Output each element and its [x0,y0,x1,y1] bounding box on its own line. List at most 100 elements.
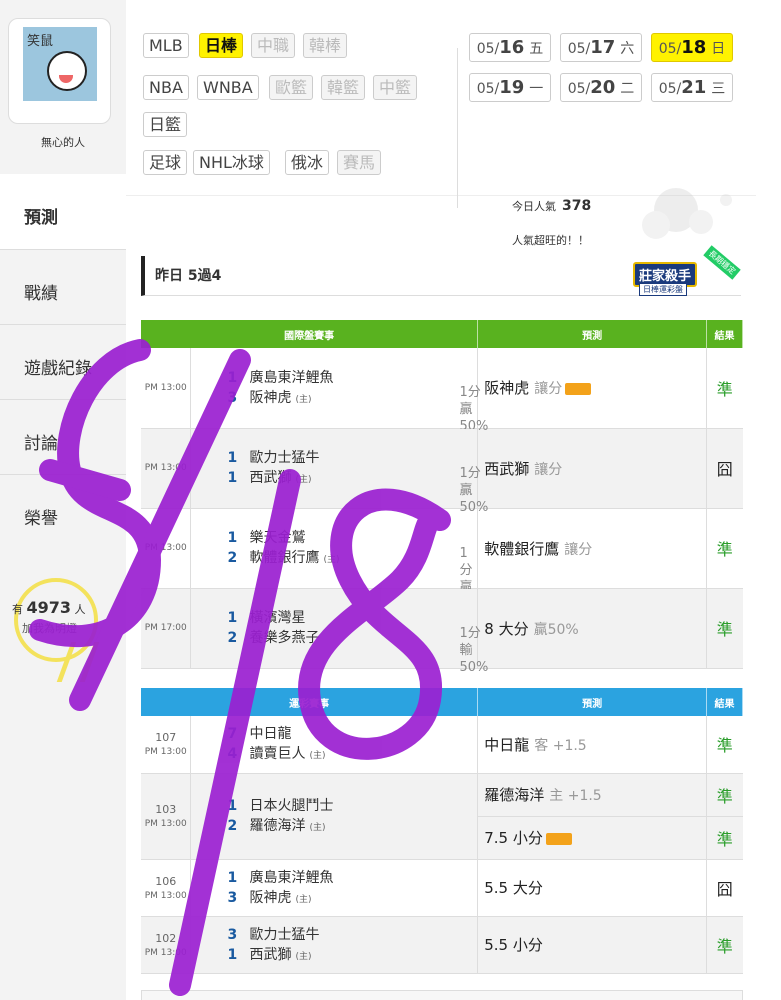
sport-tab[interactable]: 韓籃 [321,75,366,100]
featured-tag-icon [545,832,572,845]
sidebar-item-1[interactable]: 戰績 [0,249,126,324]
table-row[interactable]: 106 PM 13:00 1 廣島東洋鯉魚 3 阪神虎 (主) 5.5 大分 囧 [141,859,743,917]
team-row: 4 讀賣巨人 (主) [227,744,477,764]
team-score: 7 [227,726,238,743]
sport-tab[interactable]: 賽馬 [337,150,382,175]
table-row[interactable]: PM 13:00 1 歐力士猛牛 1 西武獅 (主) 1分贏 50% 西武獅 讓分囧 [141,428,743,515]
table-header-prediction: 預測 [477,688,707,716]
sport-tab[interactable]: NHL冰球 [193,150,270,175]
prediction-sub: 贏50% [533,621,579,638]
game-time-cell: PM 13:00 [141,348,192,429]
odds-line: 1分贏 [459,465,481,498]
sport-tab[interactable]: 中籃 [373,75,418,100]
table-header-prediction: 預測 [477,320,707,348]
popularity-value: 378 [562,198,592,214]
result-cell: 囧 [706,428,743,509]
table-row[interactable]: PM 13:00 1 樂天金鷲 2 軟體銀行鷹 (主) 1分贏 軟體銀行鷹 讓分準 [141,508,743,595]
sport-tab[interactable]: MLB [143,33,189,58]
home-marker: (主) [295,394,312,405]
sport-tab[interactable]: NBA [143,75,189,100]
sidebar-item-2[interactable]: 遊戲紀錄 [0,324,126,399]
team-name: 讀賣巨人 [249,746,306,763]
username: 無心的人 [41,136,85,149]
sport-tab[interactable]: 日棒 [199,33,244,58]
sport-tab[interactable]: 足球 [143,150,188,175]
filter-panel: MLB 日棒 中職 韓棒 NBA WNBA 歐籃 韓籃 中籃日籃足球 NHL冰球 俄冰 賽馬 05/1… [126,18,756,208]
team-score: 3 [227,389,238,406]
table-row[interactable]: PM 13:00 1 廣島東洋鯉魚 3 阪神虎 (主) 1分贏 50% 阪神虎 讓分準 [141,348,743,434]
home-marker: (主) [295,951,312,962]
table-row[interactable]: PM 17:00 1 橫濱灣星 2 養樂多燕子 1分輸 50% 8 大分 贏50% 準 [141,588,743,675]
sidebar-item-3[interactable]: 討論 [0,399,126,474]
game-time: PM 13:00 [144,382,187,393]
popularity-label: 今日人氣 [512,200,556,213]
prediction-cell: 羅德海洋主 +1.5 [477,773,707,817]
featured-tag-icon [565,382,592,395]
team-name: 樂天金鷲 [249,530,306,546]
game-time: PM 13:00 [144,890,187,901]
avatar[interactable]: 笑鼠 [8,18,111,124]
date-day: 21 [681,77,707,98]
lottery-games-table: 運彩賽事 預測 結果 107 PM 13:00 7 中日龍 4 讀賣巨人 (主) 中日龍客 +… [141,688,744,974]
team-score: 4 [227,746,238,763]
odds-line: 1分贏 [459,385,481,417]
team-name: 軟體銀行鷹 [249,550,320,566]
date-tab[interactable]: 05/21 三 [651,73,733,102]
team-name: 西武獅 [249,470,292,486]
game-time-cell: PM 17:00 [141,588,192,669]
prediction-pick: 羅德海洋 [484,786,545,804]
fans-suffix: 人 [74,603,86,616]
team-row: 1 廣島東洋鯉魚 [227,368,477,388]
sidebar-item-4[interactable]: 榮譽 [0,474,126,549]
date-tab[interactable]: 05/17 六 [560,33,642,62]
game-time-cell: PM 13:00 [141,428,192,509]
sidebar-item-0[interactable]: 預測 [0,174,126,249]
table-row[interactable]: 103 PM 13:00 1 日本火腿鬥士 2 羅德海洋 (主) 羅德海洋主 +1.5 準 [141,773,743,860]
team-name: 歐力士猛牛 [249,450,320,466]
odds: 1分輸 50% [459,625,488,676]
date-weekday: 二 [620,81,635,97]
table-row[interactable]: 102 PM 13:00 3 歐力士猛牛 1 西武獅 (主) 5.5 小分 準 [141,916,743,974]
date-month: 05/ [658,41,682,57]
sport-tab[interactable]: 韓棒 [303,33,348,58]
team-score: 3 [227,889,238,906]
home-marker: (主) [295,894,312,905]
team-name: 橫濱灣星 [249,610,306,626]
sport-tab[interactable]: WNBA [197,75,259,100]
prediction-pick: 7.5 小分 [484,829,543,847]
team-row: 3 阪神虎 (主) [227,888,477,908]
table-row[interactable]: 107 PM 13:00 7 中日龍 4 讀賣巨人 (主) 中日龍客 +1.5 準 [141,716,743,774]
date-tab[interactable]: 05/19 一 [469,73,551,102]
prediction-sub: 客 +1.5 [534,737,587,754]
add-lamp-button[interactable]: 加我為明燈 [22,620,77,636]
date-tab[interactable]: 05/18 日 [651,33,733,62]
popularity: 今日人氣 378 [512,198,591,214]
prediction-sub: 讓分 [534,381,563,398]
flower-decoration-icon [642,188,732,239]
date-day: 18 [681,37,707,58]
team-name: 中日龍 [249,726,292,743]
fans-prefix: 有 [12,603,23,616]
date-tab[interactable]: 05/20 二 [560,73,642,102]
prediction-pick: 中日龍 [484,735,530,754]
game-time: PM 13:00 [144,543,187,553]
team-row: 2 羅德海洋 (主) [227,816,477,836]
team-score: 2 [227,630,238,646]
prediction-cell: 中日龍客 +1.5 [477,716,707,774]
sport-tab[interactable]: 歐籃 [269,75,314,100]
sport-tab[interactable]: 日籃 [143,112,188,137]
sport-tab[interactable]: 俄冰 [285,150,330,175]
team-row: 7 中日龍 [227,724,477,744]
team-score: 1 [227,869,238,886]
prediction-pick: 5.5 小分 [484,936,543,954]
team-row: 1 西武獅 (主) [227,945,477,965]
team-row: 1 歐力士猛牛 [227,448,477,468]
team-score: 1 [227,946,238,963]
team-name: 日本火腿鬥士 [249,798,334,814]
result-cell: 囧 [706,859,743,917]
date-tab[interactable]: 05/16 五 [469,33,551,62]
prediction-cell: 5.5 大分 [477,859,707,917]
team-name: 羅德海洋 [249,818,306,834]
team-score: 1 [227,470,238,486]
sport-tab[interactable]: 中職 [251,33,296,58]
